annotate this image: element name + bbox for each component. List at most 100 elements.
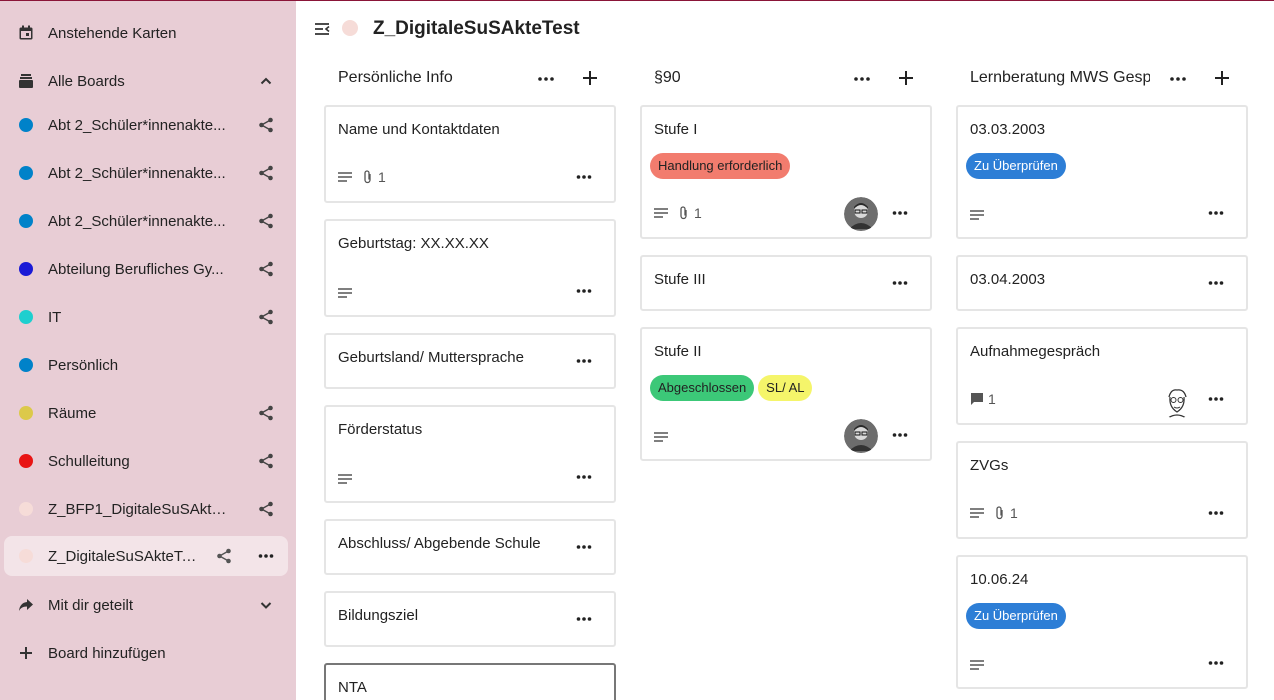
nav-board-schulleitung[interactable]: Schulleitung [4,441,288,481]
stack-header: §90 [640,57,932,99]
card-badges: 1 [970,391,996,407]
board-color-dot [342,20,358,36]
board-color-dot [19,262,33,276]
more-options-icon[interactable] [536,71,556,87]
label-tag: Handlung erforderlich [650,153,791,179]
more-options-icon[interactable] [576,169,592,185]
share-icon[interactable] [216,548,232,564]
more-options-icon[interactable] [1208,505,1224,521]
nav-board-abt2-b[interactable]: Abt 2_Schüler*innenakte... [4,153,288,193]
more-options-icon[interactable] [576,283,592,299]
card[interactable]: Bildungsziel [324,591,616,647]
description-icon [970,507,984,519]
card[interactable]: Förderstatus [324,405,616,503]
card-badges [654,431,668,443]
more-options-icon[interactable] [1208,391,1224,407]
card-title: Geburtstag: XX.XX.XX [338,235,489,252]
avatar[interactable] [844,419,878,453]
stack-header: Persönliche Info [324,57,616,99]
more-options-icon[interactable] [1208,655,1224,671]
nav-board-it[interactable]: IT [4,297,288,337]
more-options-icon[interactable] [576,539,592,555]
nav-board-z-digitale-active[interactable]: Z_DigitaleSuSAkteTest [4,536,288,576]
more-options-icon[interactable] [892,275,908,291]
card[interactable]: Stufe I Handlung erforderlich 1 [640,105,932,239]
more-options-icon[interactable] [576,353,592,369]
card-title: 03.03.2003 [970,121,1046,138]
board-color-dot [19,214,33,228]
share-icon[interactable] [258,117,274,133]
nav-board-abt2-a[interactable]: Abt 2_Schüler*innenakte... [4,105,288,145]
more-options-icon[interactable] [892,205,908,221]
chevron-down-icon[interactable] [258,597,274,613]
card[interactable]: Aufnahmegespräch 1 [956,327,1248,425]
board-color-dot [19,549,33,563]
card-title: Geburtsland/ Muttersprache [338,349,524,366]
share-icon[interactable] [258,165,274,181]
card-title: 03.04.2003 [970,271,1046,288]
nav-shared-with-you[interactable]: Mit dir geteilt [4,585,288,625]
card-labels: Zu Überprüfen [966,153,1066,179]
menu-toggle-icon[interactable] [314,21,330,37]
board-color-dot [19,310,33,324]
card[interactable]: Abschluss/ Abgebende Schule [324,519,616,575]
chevron-up-icon[interactable] [258,73,274,89]
nav-board-abteilung-gy[interactable]: Abteilung Berufliches Gy... [4,249,288,289]
more-options-icon[interactable] [1168,71,1188,87]
share-icon[interactable] [258,261,274,277]
avatar[interactable] [844,197,878,231]
card[interactable]: Name und Kontaktdaten 1 [324,105,616,203]
card[interactable]: ZVGs 1 [956,441,1248,539]
label-tag: Abgeschlossen [650,375,755,401]
description-icon [654,431,668,443]
share-icon[interactable] [258,213,274,229]
card[interactable]: Geburtsland/ Muttersprache [324,333,616,389]
more-options-icon[interactable] [1208,275,1224,291]
card-badges: 1 [654,205,702,221]
card[interactable]: Stufe II Abgeschlossen SL/ AL [640,327,932,461]
avatar[interactable] [1160,385,1194,419]
share-icon[interactable] [258,501,274,517]
card-badges: 1 [338,169,386,185]
nav-add-board[interactable]: Board hinzufügen [4,633,288,673]
card-title: Stufe I [654,121,698,138]
card[interactable]: 03.04.2003 [956,255,1248,311]
nav-all-boards[interactable]: Alle Boards [4,61,288,101]
page-title: Z_DigitaleSuSAkteTest [373,18,580,39]
more-options-icon[interactable] [1208,205,1224,221]
nav-board-rooms[interactable]: Räume [4,393,288,433]
board-header: Z_DigitaleSuSAkteTest [296,1,1274,57]
card[interactable]: NTA [324,663,616,700]
card[interactable]: Stufe III [640,255,932,311]
share-icon[interactable] [258,453,274,469]
paperclip-icon [994,506,1006,520]
board-color-dot [19,118,33,132]
card[interactable]: 10.06.24 Zu Überprüfen [956,555,1248,689]
nav-upcoming-cards[interactable]: Anstehende Karten [4,13,288,53]
card-badges [970,209,984,221]
more-options-icon[interactable] [576,469,592,485]
comment-badge: 1 [970,391,996,407]
archive-icon [18,73,34,89]
card[interactable]: 03.03.2003 Zu Überprüfen [956,105,1248,239]
share-icon[interactable] [258,309,274,325]
card-badges [338,287,352,299]
plus-icon [18,645,34,661]
nav-board-abt2-c[interactable]: Abt 2_Schüler*innenakte... [4,201,288,241]
card-title: 10.06.24 [970,571,1029,588]
stack-column: Lernberatung MWS Gespräche 03.03.2003 Zu… [956,57,1248,700]
add-card-icon[interactable] [582,70,598,86]
card-title: Name und Kontaktdaten [338,121,500,138]
add-card-icon[interactable] [1214,70,1230,86]
attachment-count: 1 [1010,505,1018,521]
more-options-icon[interactable] [852,71,872,87]
card[interactable]: Geburtstag: XX.XX.XX [324,219,616,317]
add-card-icon[interactable] [898,70,914,86]
share-icon[interactable] [258,405,274,421]
more-options-icon[interactable] [258,548,274,564]
nav-board-z-bfp1[interactable]: Z_BFP1_DigitaleSuSAkte... [4,489,288,529]
more-options-icon[interactable] [576,611,592,627]
more-options-icon[interactable] [892,427,908,443]
nav-board-personal[interactable]: Persönlich [4,345,288,385]
nav-item-label: Z_DigitaleSuSAkteTest [48,547,198,565]
